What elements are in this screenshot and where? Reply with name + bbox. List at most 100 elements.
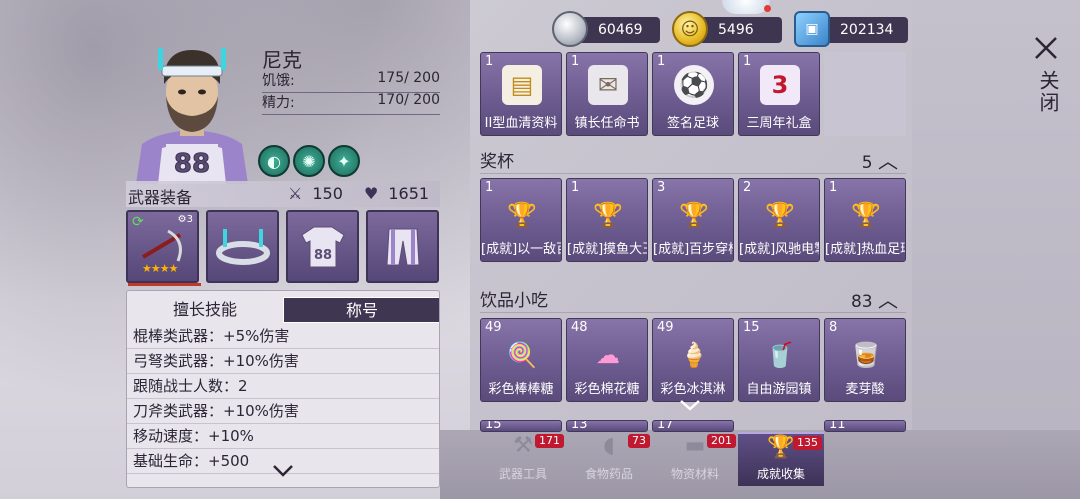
skill-panel: 擅长技能 称号 棍棒类武器：+5%伤害 弓弩类武器：+10%伤害 跟随战士人数：… [126,290,440,488]
malt-drink-icon: 🥃 [851,341,881,369]
inventory-item[interactable]: 1 ✉ 镇长任命书 [566,52,648,136]
jersey-slot[interactable]: 88 [286,210,359,283]
durability-bar [128,283,201,286]
energy-stat: 精力: 170/ 200 [262,92,440,115]
weapon-slot[interactable]: ⟳ ⚙3 ★★★★ [126,210,201,286]
chevron-up-icon[interactable]: ︿ [878,288,898,312]
body-icon[interactable]: ✦ [328,145,360,177]
item-count: 49 [657,320,674,335]
inventory-item[interactable]: 1 3 三周年礼盒 [738,52,820,136]
item-count: 8 [829,320,838,335]
tab-label: 物资材料 [670,467,719,481]
heart-icon: ♥ [364,184,379,203]
item-count: 17 [657,420,674,432]
energy-value: 170/ 200 [377,92,440,108]
drink-icon: 🥤 [765,341,795,369]
envelope-icon: ✉ [588,65,628,105]
tab-titles[interactable]: 称号 [283,297,439,323]
trophy-item[interactable]: 3 🏆 [成就]百步穿杨 [652,178,734,262]
divider [480,312,906,313]
virus-icon[interactable]: ✺ [293,145,325,177]
trophy-item[interactable]: 1 🏆 [成就]热血足球 [824,178,906,262]
item-count: 49 [485,320,502,335]
tab-food-medicine[interactable]: ◖ 73 食物药品 [566,432,652,486]
tab-badge: 73 [628,434,650,448]
item-count: 1 [571,180,580,195]
tab-label: 成就收集 [756,467,805,481]
character-name: 尼克 [262,48,302,72]
headgear-slot[interactable] [206,210,279,283]
tickets-value: 202134 [840,22,894,38]
weapon-header: 武器装备 ⚔ 150 ♥ 1651 [126,181,440,207]
document-icon: ▤ [502,65,542,105]
tab-label: 食物药品 [584,467,633,481]
snacks-header[interactable]: 饮品小吃 83 ︿ [480,284,906,312]
snacks-count: 83 [850,291,873,312]
item-label: [成就]百步穿杨 [653,242,733,257]
snack-item[interactable]: 48 ☁ 彩色棉花糖 [566,318,648,402]
item-count: 1 [657,54,666,69]
item-count: 13 [571,420,588,432]
item-label: [成就]以一敌百 [481,242,561,257]
tab-skills[interactable]: 擅长技能 [127,297,283,323]
top-ornament [722,0,770,14]
inventory-item-partial[interactable]: 17 [652,420,734,432]
item-count: 1 [485,180,494,195]
status-icons: ◐ ✺ ✦ [258,145,360,177]
chevron-up-icon[interactable]: ︿ [878,149,898,173]
sword-icon: ⚔ [288,184,303,203]
ticket-icon: ▣ [794,11,830,47]
attack-stat: ⚔ 150 [288,184,343,203]
energy-label: 精力: [262,95,295,111]
snacks-count-group: 83 ︿ [851,284,898,313]
coins-value: 5496 [718,22,754,38]
jersey-icon: 88 [300,226,345,267]
inventory-item[interactable]: 1 ▤ II型血清资料 [480,52,562,136]
trophy-item[interactable]: 1 🏆 [成就]摸鱼大王 [566,178,648,262]
tab-badge: 135 [793,436,822,450]
item-count: 2 [743,180,752,195]
gold-football-trophy-icon: 🏆 [851,201,881,229]
inventory-item-partial[interactable]: 11 [824,420,906,432]
speed-trophy-icon: 🏆 [765,201,795,229]
tab-achievements[interactable]: 🏆 135 成就收集 [738,432,824,486]
item-label: 彩色棒棒糖 [488,382,554,397]
inventory-item-partial[interactable]: 13 [566,420,648,432]
item-count: 48 [571,320,588,335]
lollipop-icon: 🍭 [507,341,537,369]
tab-label: 武器工具 [498,467,547,481]
tab-weapons-tools[interactable]: ⚒ 171 武器工具 [480,432,566,486]
snack-item[interactable]: 49 🍭 彩色棒棒糖 [480,318,562,402]
snack-item[interactable]: 8 🥃 麦芽酸 [824,318,906,402]
skill-row: 刀斧类武器：+10%伤害 [127,399,439,424]
close-label: 关闭 [1036,70,1060,114]
item-label: 签名足球 [666,116,719,131]
pants-slot[interactable] [366,210,439,283]
tab-badge: 171 [535,434,564,448]
trophy-item[interactable]: 2 🏆 [成就]风驰电掣 [738,178,820,262]
item-count: 15 [485,420,502,432]
tab-materials[interactable]: ▬ 201 物资材料 [652,432,738,486]
refresh-icon: ⟳ [132,214,144,230]
trophies-header[interactable]: 奖杯 5 ︿ [480,145,906,173]
item-count: 1 [485,54,494,69]
item-count: 1 [829,180,838,195]
snack-item[interactable]: 49 🍦 彩色冰淇淋 [652,318,734,402]
skill-tabs: 擅长技能 称号 [127,297,439,323]
item-label: 三周年礼盒 [746,116,812,131]
weapon-title: 武器装备 [128,188,193,207]
trophy-100-icon: 🏆 [507,201,537,229]
scroll-down-icon[interactable] [678,398,702,412]
stomach-icon[interactable]: ◐ [258,145,290,177]
can-icon [552,11,588,47]
trophy-item[interactable]: 1 🏆 [成就]以一敌百 [480,178,562,262]
item-count: 1 [571,54,580,69]
chevron-down-icon[interactable] [271,461,295,481]
crossbow-icon [141,229,182,262]
inventory-item-partial[interactable]: 15 [480,420,562,432]
item-label: 彩色棉花糖 [574,382,640,397]
character-portrait: 88 [128,44,256,184]
snack-item[interactable]: 15 🥤 自由游园镇 [738,318,820,402]
close-button[interactable]: 关闭 [1026,30,1066,130]
inventory-item[interactable]: 1 ⚽ 签名足球 [652,52,734,136]
